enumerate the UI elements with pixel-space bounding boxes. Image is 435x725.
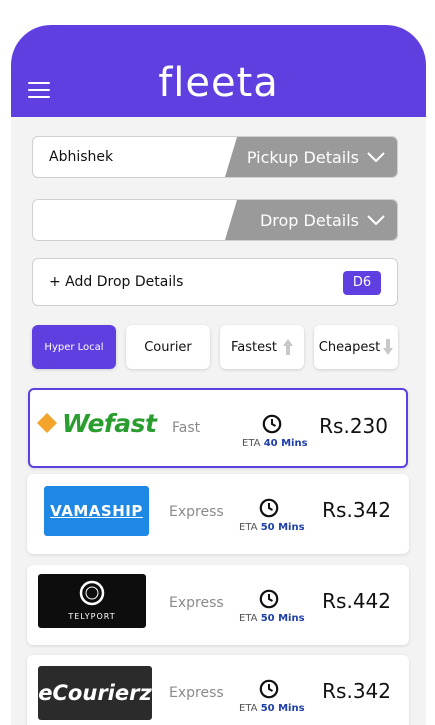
- wefast-logo: Wefast: [36, 408, 157, 438]
- eta-text: ETA 40 Mins: [242, 438, 308, 449]
- add-drop-label: + Add Drop Details: [49, 274, 184, 290]
- pickup-field[interactable]: Abhishek Pickup Details: [32, 136, 398, 178]
- ecourierz-logo: eCourierz: [38, 666, 152, 720]
- arrow-down-icon: [383, 339, 394, 355]
- courier-card-telyport[interactable]: TELYPORT Express ETA 50 Mins Rs.442: [27, 565, 409, 645]
- telyport-logo: TELYPORT: [38, 574, 146, 628]
- drop-details-tag[interactable]: Drop Details: [225, 200, 397, 240]
- filter-fastest[interactable]: Fastest: [220, 325, 304, 369]
- diamond-icon: [37, 413, 57, 433]
- price-label: Rs.342: [322, 498, 391, 522]
- filter-cheapest[interactable]: Cheapest: [314, 325, 398, 369]
- clock-icon: [259, 679, 279, 699]
- app-header: fleeta: [11, 25, 426, 117]
- courier-card-vamaship[interactable]: VAMASHIP Express ETA 50 Mins Rs.342: [27, 474, 409, 554]
- vamaship-logo: VAMASHIP: [44, 486, 149, 536]
- clock-icon: [259, 498, 279, 518]
- drop-field[interactable]: Drop Details: [32, 199, 398, 241]
- filter-hyper-local[interactable]: Hyper Local: [32, 325, 116, 369]
- add-drop-details-button[interactable]: + Add Drop Details D6: [32, 258, 398, 306]
- courier-card-wefast[interactable]: Wefast Fast ETA 40 Mins Rs.230: [28, 388, 408, 468]
- speed-label: Express: [169, 685, 224, 701]
- price-label: Rs.442: [322, 589, 391, 613]
- filter-hyper-local-label: Hyper Local: [44, 341, 104, 353]
- chevron-down-icon: [367, 152, 385, 163]
- chevron-down-icon: [367, 215, 385, 226]
- eta-text: ETA 50 Mins: [239, 703, 305, 714]
- speed-label: Express: [169, 595, 224, 611]
- pickup-value: Abhishek: [49, 149, 114, 165]
- pickup-details-label: Pickup Details: [246, 147, 359, 167]
- clock-icon: [262, 414, 282, 434]
- filter-fastest-label: Fastest: [231, 339, 277, 355]
- brand-title: fleeta: [158, 60, 279, 106]
- eta-text: ETA 50 Mins: [239, 613, 305, 624]
- telyport-ring-icon: [79, 580, 105, 606]
- courier-card-ecourierz[interactable]: eCourierz Express ETA 50 Mins Rs.342: [27, 655, 409, 725]
- filter-courier-label: Courier: [144, 339, 192, 355]
- app-screen: fleeta Abhishek Pickup Details Drop Deta…: [11, 25, 426, 725]
- speed-label: Fast: [172, 420, 201, 436]
- pickup-details-tag[interactable]: Pickup Details: [225, 137, 397, 177]
- price-label: Rs.342: [322, 679, 391, 703]
- clock-icon: [259, 589, 279, 609]
- drop-count-badge: D6: [343, 271, 381, 295]
- drop-details-label: Drop Details: [259, 210, 359, 230]
- price-label: Rs.230: [319, 414, 388, 438]
- eta-text: ETA 50 Mins: [239, 522, 305, 533]
- filter-courier[interactable]: Courier: [126, 325, 210, 369]
- filter-cheapest-label: Cheapest: [318, 339, 381, 355]
- speed-label: Express: [169, 504, 224, 520]
- arrow-up-icon: [283, 339, 293, 355]
